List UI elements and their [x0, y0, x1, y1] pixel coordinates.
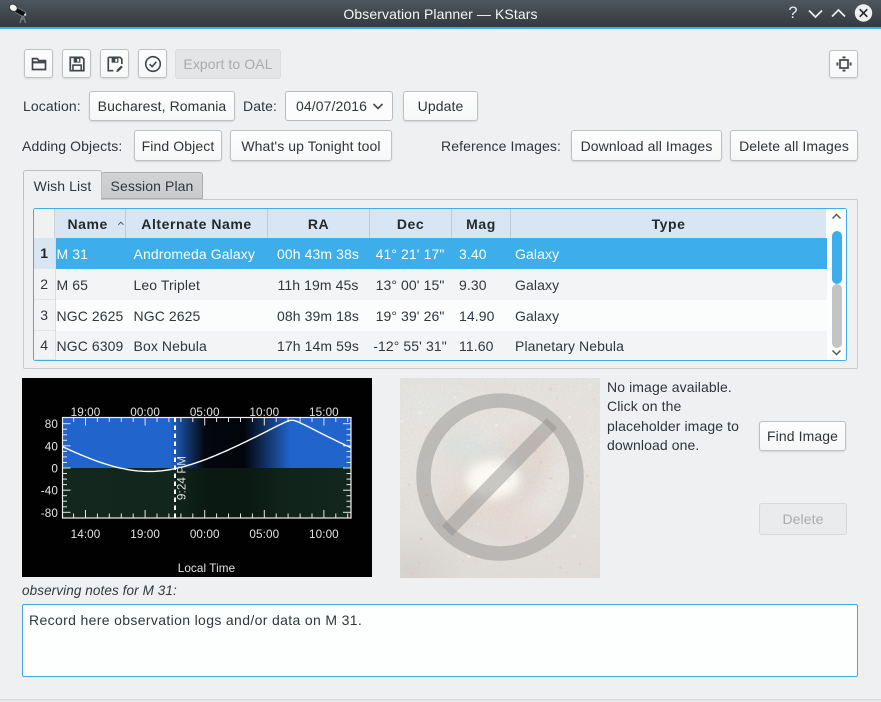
- svg-text:14:00: 14:00: [71, 528, 101, 541]
- svg-text:-80: -80: [41, 507, 59, 520]
- svg-text:05:00: 05:00: [190, 406, 220, 419]
- svg-text:0: 0: [51, 463, 58, 476]
- svg-text:10:00: 10:00: [249, 406, 279, 419]
- svg-text:19:00: 19:00: [130, 528, 160, 541]
- svg-text:Local Time: Local Time: [178, 562, 236, 575]
- svg-text:00:00: 00:00: [190, 528, 220, 541]
- svg-text:-40: -40: [41, 485, 59, 498]
- svg-text:10:00: 10:00: [309, 528, 339, 541]
- svg-text:9:24 PM: 9:24 PM: [176, 456, 189, 500]
- svg-text:19:00: 19:00: [71, 406, 101, 419]
- svg-text:00:00: 00:00: [130, 406, 160, 419]
- svg-text:15:00: 15:00: [309, 406, 339, 419]
- svg-text:40: 40: [45, 440, 59, 453]
- svg-text:80: 80: [45, 418, 59, 431]
- svg-text:05:00: 05:00: [249, 528, 279, 541]
